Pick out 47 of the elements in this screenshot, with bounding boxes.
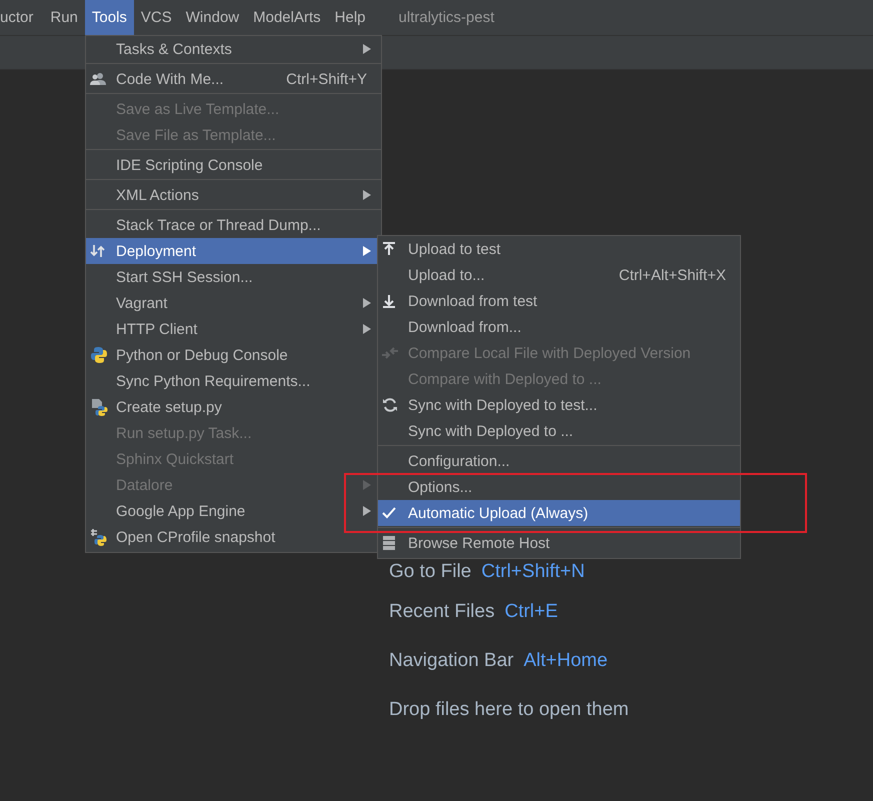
hint-label: Navigation Bar [389, 649, 514, 673]
people-icon [90, 72, 106, 86]
menu-item[interactable]: Python or Debug Console [86, 342, 381, 368]
hint-label: Go to File [389, 560, 472, 584]
sync-icon [382, 397, 398, 413]
menu-item[interactable]: Open CProfile snapshot [86, 524, 381, 550]
menu-item[interactable]: XML Actions [86, 182, 381, 208]
download-icon [382, 294, 396, 308]
menu-item[interactable]: Start SSH Session... [86, 264, 381, 290]
menu-item[interactable]: Sync with Deployed to ... [378, 418, 740, 444]
python-icon [90, 346, 108, 364]
python-file-icon [90, 398, 108, 416]
menu-item[interactable]: Download from test [378, 288, 740, 314]
menu-item[interactable]: Stack Trace or Thread Dump... [86, 212, 381, 238]
menu-bar-item[interactable]: Run [43, 0, 85, 35]
menu-item[interactable]: Create setup.py [86, 394, 381, 420]
menu-item[interactable]: Browse Remote Host [378, 530, 740, 556]
upload-icon [382, 242, 396, 256]
hint-label: Drop files here to open them [389, 698, 629, 722]
menu-item[interactable]: Download from... [378, 314, 740, 340]
menu-item[interactable]: Vagrant [86, 290, 381, 316]
project-title: ultralytics-pest [398, 8, 494, 28]
menu-bar-item[interactable]: uctor [0, 0, 40, 35]
server-icon [382, 535, 396, 551]
menu-bar-item[interactable]: ModelArts [246, 0, 328, 35]
menu-item[interactable]: HTTP Client [86, 316, 381, 342]
menu-item[interactable]: Upload to test [378, 236, 740, 262]
menu-item[interactable]: Google App Engine [86, 498, 381, 524]
menu-bar-item[interactable]: Window [178, 0, 246, 35]
menu-item[interactable]: Automatic Upload (Always) [378, 500, 740, 526]
up-down-arrows-icon [90, 244, 106, 258]
menu-bar-item[interactable]: Tools [84, 0, 134, 35]
menu-item[interactable]: Sync Python Requirements... [86, 368, 381, 394]
menu-item[interactable]: Upload to... Ctrl+Alt+Shift+X [378, 262, 740, 288]
menu-bar-item[interactable]: Help [328, 0, 373, 35]
menu-item[interactable]: IDE Scripting Console [86, 152, 381, 178]
menu-item[interactable]: Tasks & Contexts [86, 36, 381, 62]
menu-bar-item[interactable]: VCS [134, 0, 179, 35]
compare-arrows-icon [382, 346, 398, 360]
hint-shortcut: Alt+Home [524, 649, 608, 673]
hint-label: Recent Files [389, 600, 495, 624]
python-plug-icon [90, 528, 108, 546]
menu-item[interactable]: Code With Me... Ctrl+Shift+Y [86, 66, 381, 92]
hint-shortcut: Ctrl+E [504, 600, 558, 624]
menu-item[interactable]: Sync with Deployed to test... [378, 392, 740, 418]
menu-item[interactable]: Configuration... [378, 448, 740, 474]
hint-shortcut: Ctrl+Shift+N [481, 560, 585, 584]
